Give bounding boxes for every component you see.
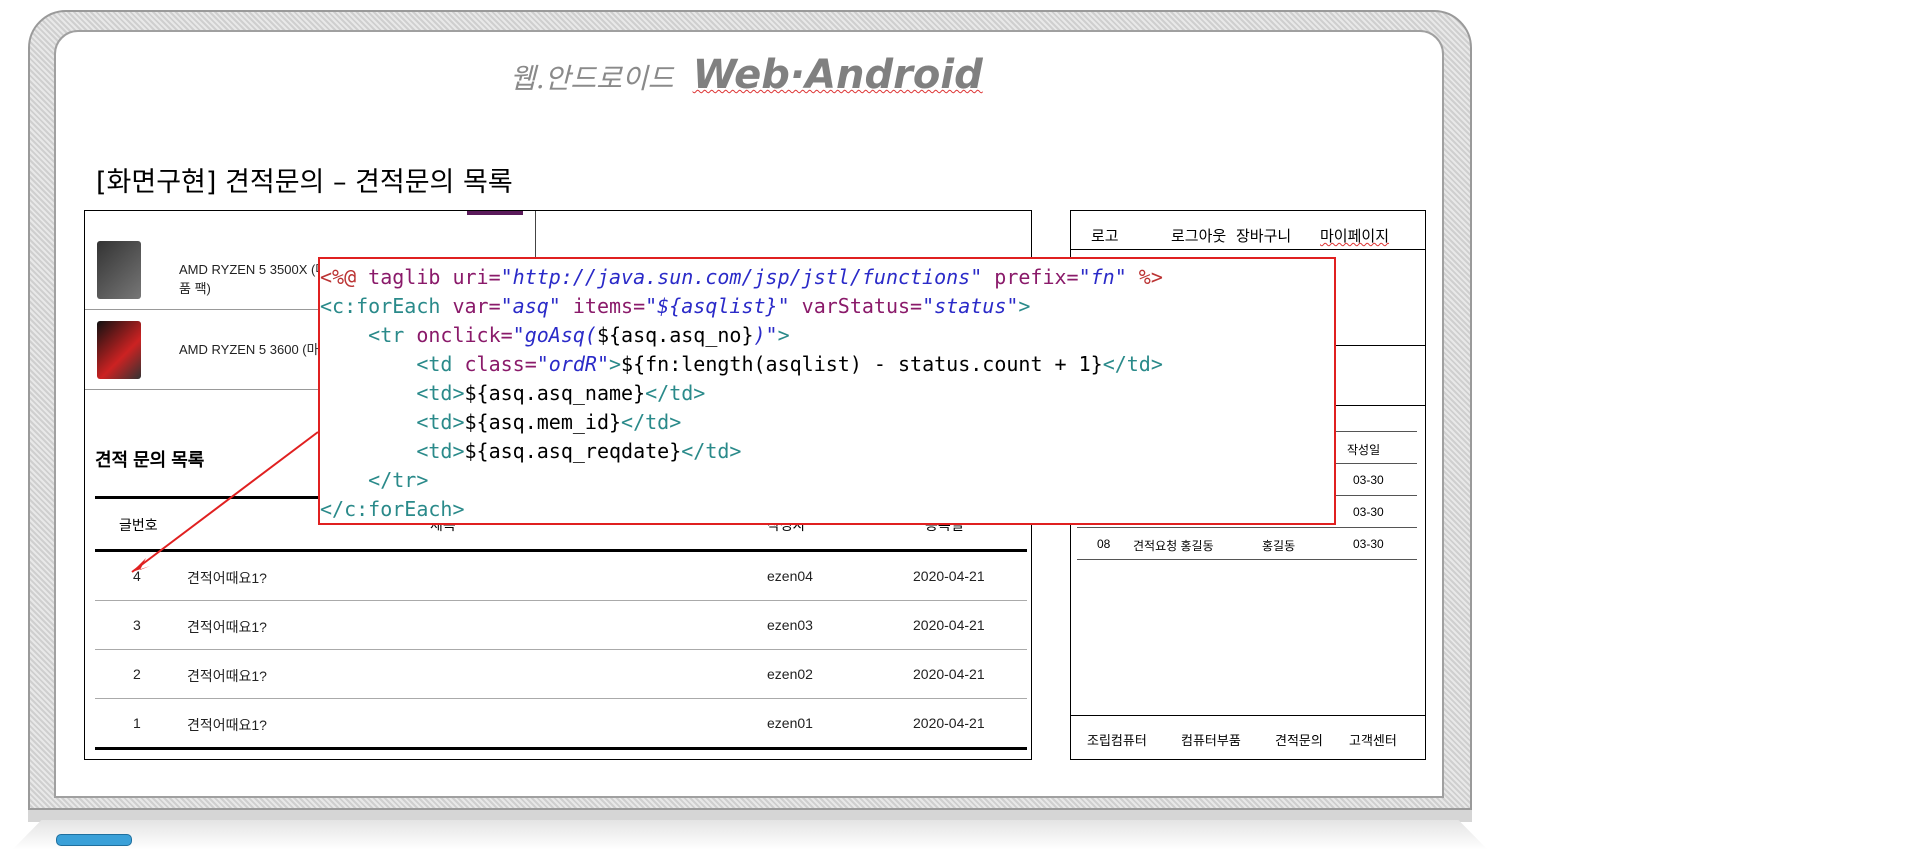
footer-link-inquiry[interactable]: 견적문의	[1275, 730, 1323, 749]
code-line: </tr>	[320, 468, 429, 492]
footer-link-assembled-pc[interactable]: 조립컴퓨터	[1087, 730, 1147, 749]
cell-no: 4	[133, 568, 141, 584]
cell-date: 03-30	[1353, 473, 1384, 487]
page-title: 웹.안드로이드 Web·Android	[510, 52, 1110, 98]
cell-writer: 홍길동	[1262, 539, 1296, 553]
product-image	[97, 241, 141, 299]
cell-no: 3	[133, 617, 141, 633]
cell-title: 견적어때요1?	[187, 570, 267, 586]
cell-writer: ezen02	[767, 666, 813, 682]
code-callout: <%@ taglib uri="http://java.sun.com/jsp/…	[318, 257, 1336, 525]
cell-date: 03-30	[1353, 505, 1384, 519]
cell-writer: ezen03	[767, 617, 813, 633]
code-line: <%@ taglib uri="http://java.sun.com/jsp/…	[320, 265, 1163, 289]
scroll-indicator	[467, 211, 523, 215]
section-title: [화면구현] 견적문의 – 견적문의 목록	[96, 167, 513, 198]
nav-logo[interactable]: 로고	[1091, 225, 1119, 246]
cell-date: 2020-04-21	[913, 568, 985, 584]
table-row[interactable]: 1 견적어때요1? ezen01 2020-04-21	[95, 699, 1027, 750]
table-row[interactable]: 4 견적어때요1? ezen04 2020-04-21	[95, 552, 1027, 601]
cell-title: 견적어때요1?	[187, 619, 267, 635]
col-date: 작성일	[1347, 443, 1381, 457]
nav-cart[interactable]: 장바구니	[1236, 225, 1291, 246]
cell-writer: ezen01	[767, 715, 813, 731]
cell-date: 2020-04-21	[913, 715, 985, 731]
page-title-en: Web·Android	[692, 52, 983, 98]
footer-link-support[interactable]: 고객센터	[1349, 730, 1397, 749]
inquiry-list-title: 견적 문의 목록	[95, 450, 205, 470]
side-footer: 조립컴퓨터 컴퓨터부품 견적문의 고객센터	[1071, 715, 1425, 760]
table-row[interactable]: 3 견적어때요1? ezen03 2020-04-21	[95, 601, 1027, 650]
cell-title: 견적어때요1?	[187, 668, 267, 684]
code-line: <c:forEach var="asq" items="${asqlist}" …	[320, 294, 1031, 318]
product-image	[97, 321, 141, 379]
cell-date: 03-30	[1353, 537, 1384, 551]
table-row[interactable]: 2 견적어때요1? ezen02 2020-04-21	[95, 650, 1027, 699]
side-table-row[interactable]: 08 견적요청 홍길동 홍길동 03-30	[1077, 528, 1417, 560]
code-line: <td class="ordR">${fn:length(asqlist) - …	[320, 352, 1163, 376]
inquiry-table: 글번호 제목 작성자 등록일 4 견적어때요1? ezen04 2020-04-…	[95, 496, 1027, 750]
cell-no: 1	[133, 715, 141, 731]
power-led	[56, 834, 132, 846]
cell-no: 08	[1097, 537, 1111, 551]
nav-logout[interactable]: 로그아웃	[1171, 225, 1226, 246]
page-title-ko: 웹.안드로이드	[510, 62, 674, 95]
footer-link-parts[interactable]: 컴퓨터부품	[1181, 730, 1241, 749]
laptop-base	[28, 808, 1472, 822]
code-line: <td>${asq.asq_name}</td>	[320, 381, 706, 405]
side-nav: 로고 로그아웃 장바구니 마이페이지	[1071, 211, 1425, 250]
cell-date: 2020-04-21	[913, 617, 985, 633]
code-line: </c:forEach>	[320, 497, 465, 521]
cell-no: 2	[133, 666, 141, 682]
code-line: <td>${asq.asq_reqdate}</td>	[320, 439, 742, 463]
cell-title: 견적요청 홍길동	[1133, 539, 1214, 553]
code-line: <tr onclick="goAsq(${asq.asq_no})">	[320, 323, 790, 347]
cell-writer: ezen04	[767, 568, 813, 584]
laptop-foot	[12, 820, 1488, 850]
col-no: 글번호	[119, 517, 158, 533]
cell-title: 견적어때요1?	[187, 717, 267, 733]
code-line: <td>${asq.mem_id}</td>	[320, 410, 682, 434]
cell-date: 2020-04-21	[913, 666, 985, 682]
nav-mypage[interactable]: 마이페이지	[1320, 225, 1389, 246]
